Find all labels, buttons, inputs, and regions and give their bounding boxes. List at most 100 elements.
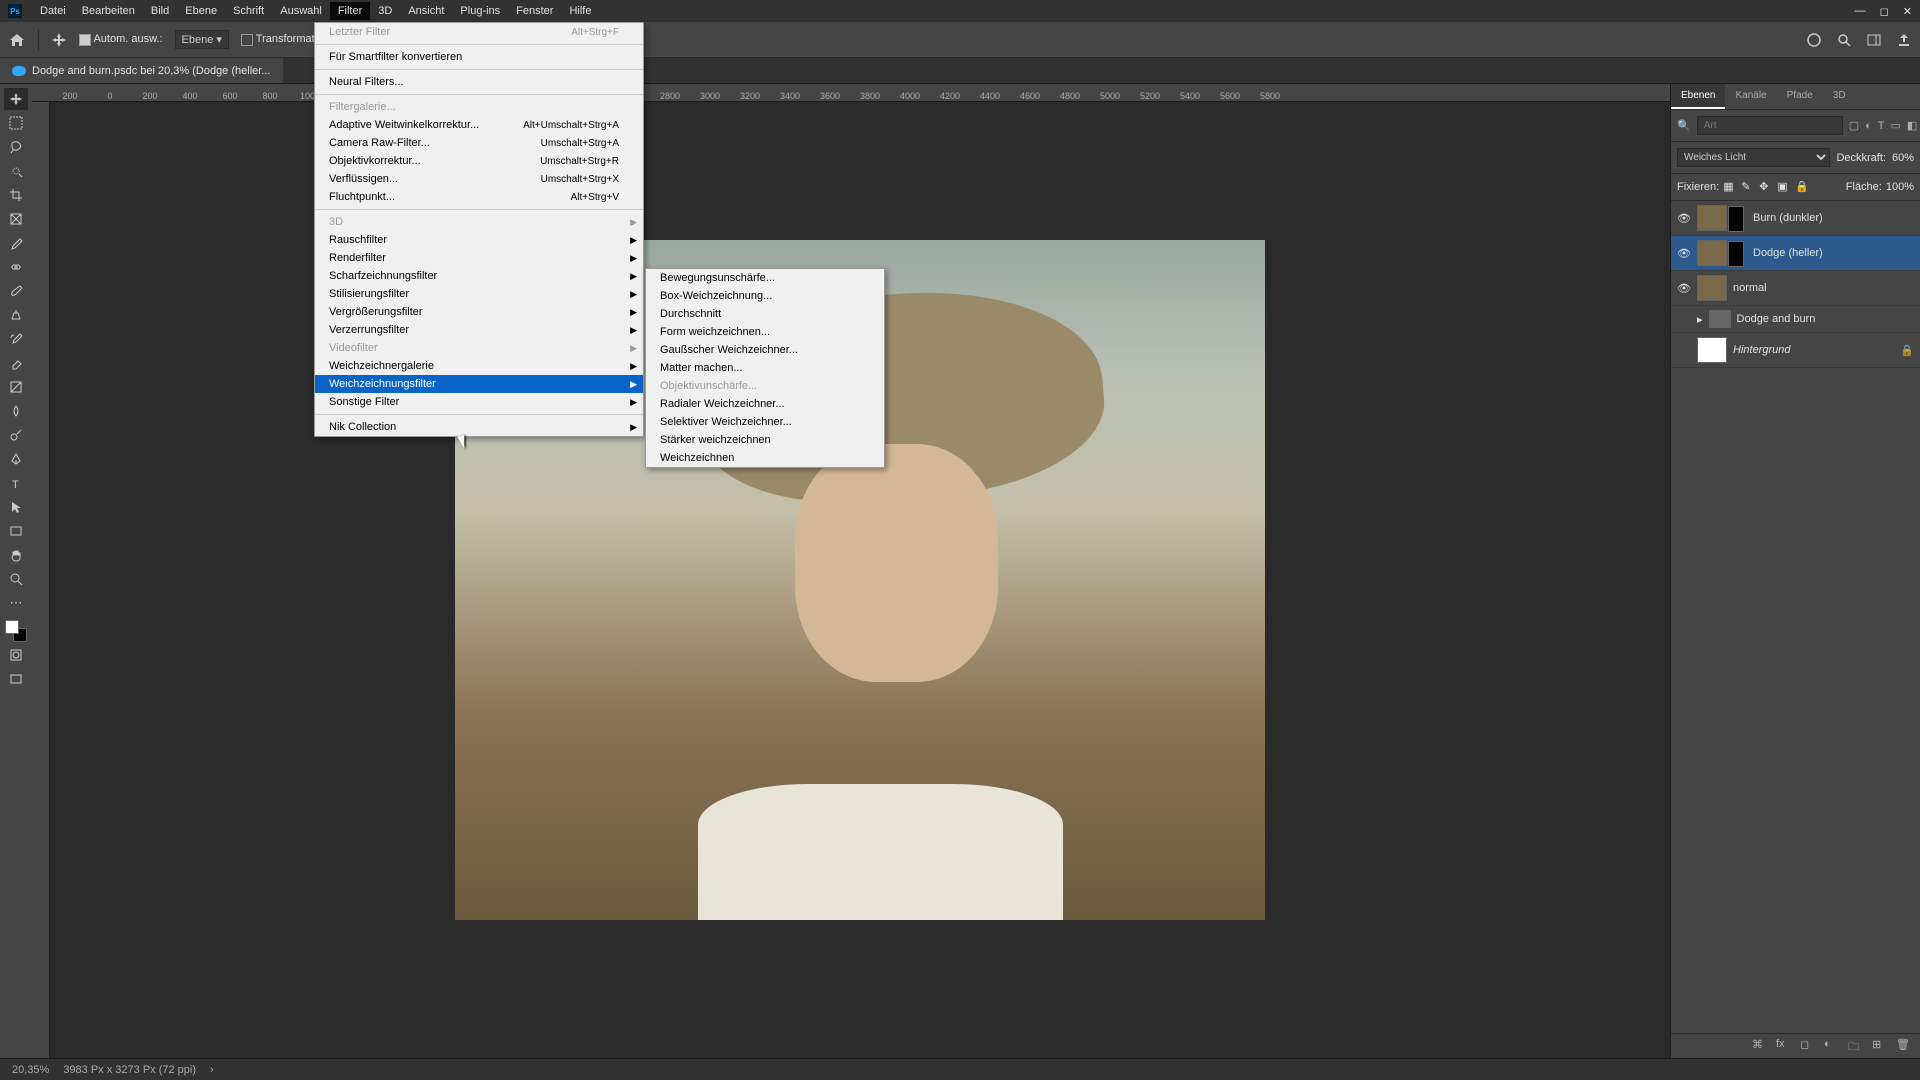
color-swatches[interactable]	[5, 620, 27, 642]
submenu-blur-more[interactable]: Stärker weichzeichnen	[646, 431, 884, 449]
close-icon[interactable]: ✕	[1903, 5, 1912, 18]
hand-tool[interactable]	[4, 544, 28, 566]
quick-mask-icon[interactable]	[4, 644, 28, 666]
layer-row[interactable]: 👁 normal	[1671, 271, 1920, 306]
adjustment-layer-icon[interactable]: ◐	[1824, 1038, 1840, 1054]
layer-row[interactable]: 👁 Dodge (heller)	[1671, 236, 1920, 271]
menu-neural-filters[interactable]: Neural Filters...	[315, 73, 643, 91]
pen-tool[interactable]	[4, 448, 28, 470]
toolbar-more[interactable]: ⋯	[4, 592, 28, 614]
search-icon[interactable]	[1836, 32, 1852, 48]
menu-liquify[interactable]: Verflüssigen...Umschalt+Strg+X	[315, 170, 643, 188]
menu-lens-correction[interactable]: Objektivkorrektur...Umschalt+Strg+R	[315, 152, 643, 170]
delete-layer-icon[interactable]: 🗑	[1896, 1038, 1912, 1054]
submenu-matte[interactable]: Matter machen...	[646, 359, 884, 377]
rectangle-tool[interactable]	[4, 520, 28, 542]
lasso-tool[interactable]	[4, 136, 28, 158]
group-icon[interactable]: 🗀	[1848, 1038, 1864, 1054]
filter-smart-icon[interactable]: ◧	[1907, 118, 1917, 134]
lock-transparency-icon[interactable]: ▦	[1723, 180, 1737, 194]
crop-tool[interactable]	[4, 184, 28, 206]
menu-bearbeiten[interactable]: Bearbeiten	[74, 2, 143, 20]
layer-filter-input[interactable]	[1697, 116, 1843, 135]
blend-mode-dropdown[interactable]: Weiches Licht	[1677, 148, 1830, 167]
lock-artboard-icon[interactable]: ▣	[1777, 180, 1791, 194]
frame-tool[interactable]	[4, 208, 28, 230]
visibility-icon[interactable]: 👁	[1677, 247, 1691, 260]
tab-pfade[interactable]: Pfade	[1777, 84, 1823, 109]
folder-toggle-icon[interactable]: ▸	[1697, 313, 1703, 326]
menu-3d-filter[interactable]: 3D▶	[315, 213, 643, 231]
layer-style-icon[interactable]: fx	[1776, 1038, 1792, 1054]
menu-ebene[interactable]: Ebene	[177, 2, 225, 20]
opacity-value[interactable]: 60%	[1892, 152, 1914, 164]
layer-row[interactable]: 👁 Burn (dunkler)	[1671, 201, 1920, 236]
submenu-radial-blur[interactable]: Radialer Weichzeichner...	[646, 395, 884, 413]
visibility-icon[interactable]: 👁	[1677, 282, 1691, 295]
lock-position-icon[interactable]: ✥	[1759, 180, 1773, 194]
document-tab[interactable]: Dodge and burn.psdc bei 20,3% (Dodge (he…	[0, 58, 283, 83]
menu-filter[interactable]: Filter	[330, 2, 370, 20]
healing-brush-tool[interactable]	[4, 256, 28, 278]
menu-hilfe[interactable]: Hilfe	[561, 2, 599, 20]
workspace-icon[interactable]	[1866, 32, 1882, 48]
filter-image-icon[interactable]: ▢	[1849, 118, 1859, 134]
menu-plugins[interactable]: Plug-ins	[452, 2, 508, 20]
tab-3d[interactable]: 3D	[1823, 84, 1856, 109]
menu-other-filters[interactable]: Sonstige Filter▶	[315, 393, 643, 411]
menu-fenster[interactable]: Fenster	[508, 2, 561, 20]
path-select-tool[interactable]	[4, 496, 28, 518]
share-icon[interactable]	[1896, 32, 1912, 48]
menu-filter-gallery[interactable]: Filtergalerie...	[315, 98, 643, 116]
menu-noise[interactable]: Rauschfilter▶	[315, 231, 643, 249]
tab-ebenen[interactable]: Ebenen	[1671, 84, 1725, 109]
maximize-icon[interactable]: ◻	[1880, 5, 1889, 18]
menu-video[interactable]: Videofilter▶	[315, 339, 643, 357]
type-tool[interactable]: T	[4, 472, 28, 494]
layer-row[interactable]: ▸ Dodge and burn	[1671, 306, 1920, 333]
menu-blur-filters[interactable]: Weichzeichnungsfilter▶	[315, 375, 643, 393]
gradient-tool[interactable]	[4, 376, 28, 398]
move-tool[interactable]	[4, 88, 28, 110]
tab-kanale[interactable]: Kanäle	[1725, 84, 1776, 109]
menu-stylize[interactable]: Stilisierungsfilter▶	[315, 285, 643, 303]
dodge-tool[interactable]	[4, 424, 28, 446]
menu-datei[interactable]: Datei	[32, 2, 74, 20]
canvas[interactable]	[50, 102, 1670, 1058]
history-brush-tool[interactable]	[4, 328, 28, 350]
filter-adjust-icon[interactable]: ◐	[1865, 118, 1872, 134]
menu-smart-convert[interactable]: Für Smartfilter konvertieren	[315, 48, 643, 66]
menu-auswahl[interactable]: Auswahl	[272, 2, 330, 20]
layer-row[interactable]: Hintergrund 🔒	[1671, 333, 1920, 368]
lock-pixels-icon[interactable]: ✎	[1741, 180, 1755, 194]
zoom-tool[interactable]	[4, 568, 28, 590]
menu-schrift[interactable]: Schrift	[225, 2, 272, 20]
menu-ansicht[interactable]: Ansicht	[400, 2, 452, 20]
minimize-icon[interactable]: —	[1855, 5, 1866, 18]
submenu-shape-blur[interactable]: Form weichzeichnen...	[646, 323, 884, 341]
menu-render[interactable]: Renderfilter▶	[315, 249, 643, 267]
home-icon[interactable]	[8, 32, 26, 48]
status-arrow-icon[interactable]: ›	[210, 1064, 214, 1076]
submenu-lens-blur[interactable]: Objektivunschärfe...	[646, 377, 884, 395]
lock-all-icon[interactable]: 🔒	[1795, 180, 1809, 194]
move-tool-icon[interactable]	[51, 32, 67, 48]
auto-select-dropdown[interactable]: Ebene ▾	[175, 30, 229, 49]
zoom-level[interactable]: 20,35%	[12, 1064, 49, 1076]
submenu-box-blur[interactable]: Box-Weichzeichnung...	[646, 287, 884, 305]
visibility-icon[interactable]: 👁	[1677, 212, 1691, 225]
submenu-blur[interactable]: Weichzeichnen	[646, 449, 884, 467]
cloud-docs-icon[interactable]	[1806, 32, 1822, 48]
eraser-tool[interactable]	[4, 352, 28, 374]
marquee-tool[interactable]	[4, 112, 28, 134]
auto-select-check[interactable]: Autom. ausw.:	[79, 33, 163, 45]
menu-sharpen[interactable]: Scharfzeichnungsfilter▶	[315, 267, 643, 285]
menu-camera-raw[interactable]: Camera Raw-Filter...Umschalt+Strg+A	[315, 134, 643, 152]
menu-last-filter[interactable]: Letzter FilterAlt+Strg+F	[315, 23, 643, 41]
new-layer-icon[interactable]: ⊞	[1872, 1038, 1888, 1054]
clone-stamp-tool[interactable]	[4, 304, 28, 326]
filter-type-icon[interactable]: T	[1878, 118, 1885, 134]
menu-distort[interactable]: Verzerrungsfilter▶	[315, 321, 643, 339]
eyedropper-tool[interactable]	[4, 232, 28, 254]
submenu-selective-blur[interactable]: Selektiver Weichzeichner...	[646, 413, 884, 431]
